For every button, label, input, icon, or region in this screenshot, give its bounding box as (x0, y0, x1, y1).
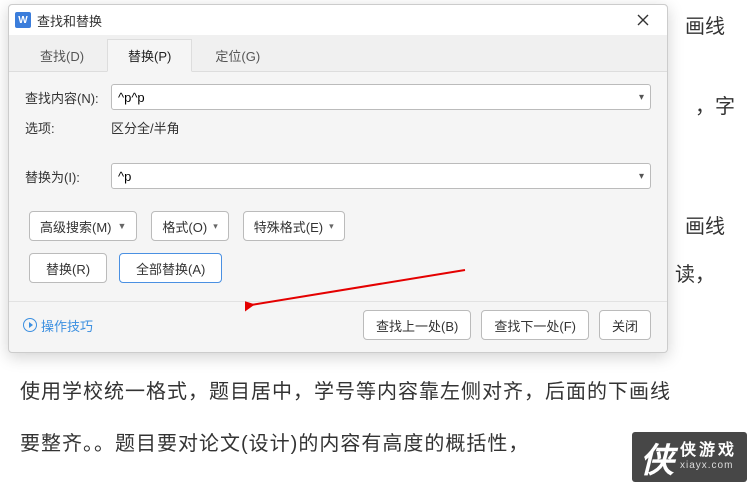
find-row: 查找内容(N): ▾ (25, 84, 651, 110)
dialog-footer: 操作技巧 查找上一处(B) 查找下一处(F) 关闭 (9, 301, 667, 352)
tab-replace[interactable]: 替换(P) (107, 39, 192, 72)
watermark-en: xiayx.com (680, 460, 737, 472)
dialog-body: 查找内容(N): ▾ 选项: 区分全/半角 替换为(I): ▾ 高级搜索(M) … (9, 72, 667, 301)
close-icon[interactable] (625, 7, 661, 33)
watermark: 侠 侠游戏 xiayx.com (632, 432, 747, 482)
watermark-logo-icon: 侠 (636, 436, 678, 478)
play-circle-icon (23, 318, 37, 332)
caret-down-icon: ▾ (329, 221, 334, 232)
footer-buttons: 查找上一处(B) 查找下一处(F) 关闭 (363, 310, 651, 340)
action-button-row: 替换(R) 全部替换(A) (29, 253, 651, 283)
options-value: 区分全/半角 (111, 118, 180, 137)
special-format-button[interactable]: 特殊格式(E) ▾ (243, 211, 345, 241)
bg-text-fragment: 画线 (685, 10, 725, 39)
caret-down-icon: ▾ (213, 221, 218, 232)
replace-input-combo[interactable]: ▾ (111, 163, 651, 189)
advanced-search-label: 高级搜索(M) (40, 217, 112, 236)
bg-text-fragment: 读， (675, 258, 715, 287)
tab-goto[interactable]: 定位(G) (194, 39, 281, 71)
replace-input[interactable] (118, 169, 633, 184)
watermark-cn: 侠游戏 (680, 442, 737, 460)
advanced-search-button[interactable]: 高级搜索(M) ▼ (29, 211, 137, 241)
title-bar: W 查找和替换 (9, 5, 667, 35)
find-input-combo[interactable]: ▾ (111, 84, 651, 110)
chevron-down-icon[interactable]: ▾ (633, 92, 644, 103)
tab-bar: 查找(D) 替换(P) 定位(G) (9, 35, 667, 72)
replace-all-button[interactable]: 全部替换(A) (119, 253, 222, 283)
dropdown-indicator-icon: ▼ (118, 221, 127, 231)
app-icon: W (15, 12, 31, 28)
find-replace-dialog: W 查找和替换 查找(D) 替换(P) 定位(G) 查找内容(N): ▾ 选项:… (8, 4, 668, 353)
special-format-label: 特殊格式(E) (254, 217, 323, 236)
replace-label: 替换为(I): (25, 167, 111, 186)
bg-text-fragment: 画线 (685, 210, 725, 239)
format-button[interactable]: 格式(O) ▾ (151, 211, 228, 241)
bg-line: 要整齐。。题目要对论文(设计)的内容有高度的概括性， (20, 422, 671, 466)
options-row: 选项: 区分全/半角 (25, 118, 651, 137)
find-label: 查找内容(N): (25, 88, 111, 107)
replace-button[interactable]: 替换(R) (29, 253, 107, 283)
bg-text-fragment: ，字 (695, 90, 735, 119)
close-button[interactable]: 关闭 (599, 310, 651, 340)
document-body-text: 使用学校统一格式，题目居中，学号等内容靠左侧对齐，后面的下画线 要整齐。。题目要… (20, 370, 671, 466)
tab-find[interactable]: 查找(D) (19, 39, 105, 71)
format-label: 格式(O) (162, 217, 207, 236)
tips-link[interactable]: 操作技巧 (41, 316, 93, 335)
find-next-button[interactable]: 查找下一处(F) (481, 310, 589, 340)
options-label: 选项: (25, 118, 111, 137)
find-input[interactable] (118, 90, 633, 105)
replace-row: 替换为(I): ▾ (25, 163, 651, 189)
dialog-title: 查找和替换 (37, 11, 625, 30)
chevron-down-icon[interactable]: ▾ (633, 171, 644, 182)
bg-line: 使用学校统一格式，题目居中，学号等内容靠左侧对齐，后面的下画线 (20, 370, 671, 414)
format-button-row: 高级搜索(M) ▼ 格式(O) ▾ 特殊格式(E) ▾ (29, 211, 651, 241)
find-prev-button[interactable]: 查找上一处(B) (363, 310, 471, 340)
